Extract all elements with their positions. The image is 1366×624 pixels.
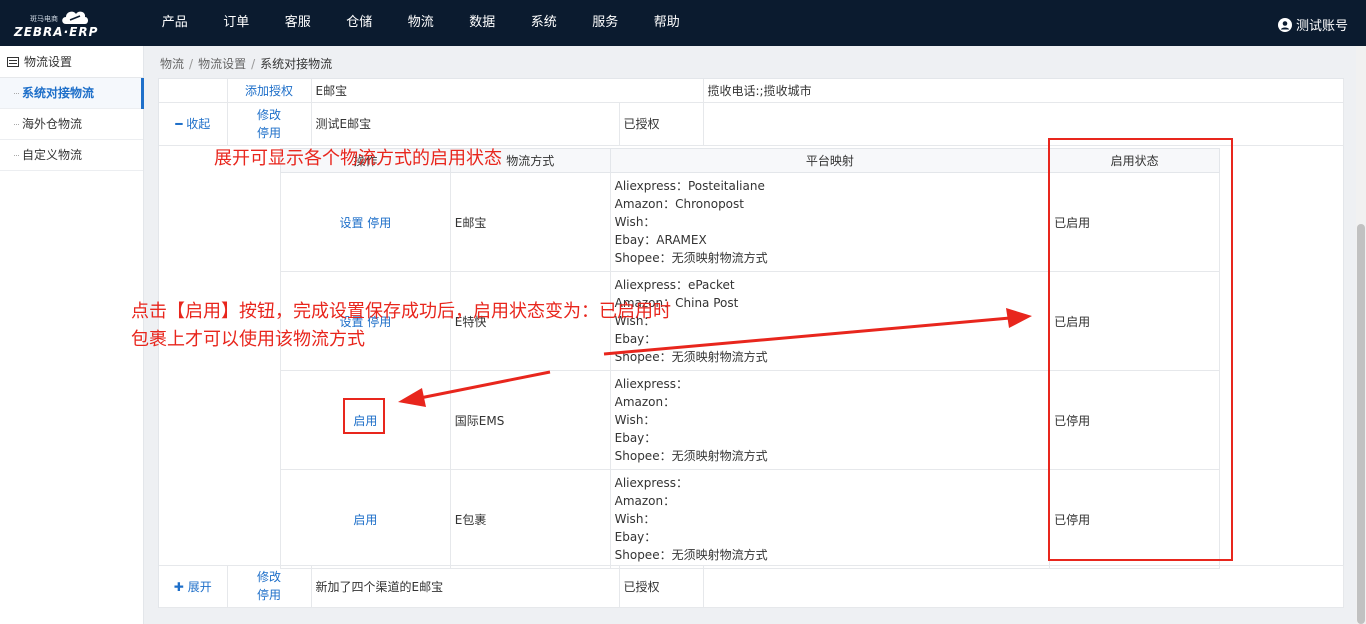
top-navbar: 斑马电商 ZEBRA·ERP 产品 订单 客服 仓储 物流 数据 系统 服务 帮… (0, 0, 1366, 46)
main-nav: 产品 订单 客服 仓储 物流 数据 系统 服务 帮助 (144, 0, 698, 46)
nav-data[interactable]: 数据 (452, 0, 514, 46)
nav-help[interactable]: 帮助 (636, 0, 698, 46)
account-menu[interactable]: 测试账号 (1277, 15, 1348, 34)
account-name: 测试账号 (1295, 19, 1348, 34)
sidebar-item-custom-logistics[interactable]: 自定义物流 (0, 140, 143, 171)
nav-system[interactable]: 系统 (513, 0, 575, 46)
annotation-enable-note-line1: 点击【启用】按钮，完成设置保存成功后，启用状态变为：已启用时 (131, 301, 671, 322)
setup-disable-actions[interactable]: 设置 停用 (339, 216, 391, 230)
auth-status: 已授权 (619, 565, 704, 608)
method-name: E包裹 (449, 469, 611, 569)
list-icon (7, 56, 19, 67)
breadcrumb: 物流 / 物流设置 / 系统对接物流 (160, 57, 333, 71)
cloud-logo-icon (62, 11, 88, 24)
edit-link[interactable]: 修改 (232, 106, 307, 124)
minus-icon: ━ (175, 117, 183, 131)
method-name: E邮宝 (449, 172, 611, 272)
expand-toggle[interactable]: ✚ 展开 (174, 580, 212, 594)
collapse-toggle[interactable]: ━ 收起 (175, 117, 210, 131)
breadcrumb-current: 系统对接物流 (260, 57, 333, 71)
enable-button-highlight (343, 398, 385, 434)
disable-link[interactable]: 停用 (232, 586, 307, 604)
sidebar-item-overseas-warehouse[interactable]: 海外仓物流 (0, 109, 143, 140)
breadcrumb-logistics[interactable]: 物流 (160, 57, 184, 71)
sidebar: 物流设置 系统对接物流 海外仓物流 自定义物流 (0, 46, 144, 624)
platform-mapping: Aliexpress： Amazon： Wish： Ebay： Shopee：无… (609, 370, 1051, 470)
edit-link[interactable]: 修改 (232, 568, 307, 586)
disable-link[interactable]: 停用 (232, 124, 307, 142)
channel-name: 测试E邮宝 (311, 102, 620, 146)
nav-service[interactable]: 客服 (267, 0, 329, 46)
breadcrumb-logistics-settings[interactable]: 物流设置 (198, 57, 246, 71)
sidebar-title: 物流设置 (24, 55, 73, 69)
scroll-thumb[interactable] (1357, 224, 1365, 624)
annotation-expand-note: 展开可显示各个物流方式的启用状态 (214, 148, 502, 169)
method-name: 国际EMS (449, 370, 611, 470)
annotation-enable-note-line2: 包裹上才可以使用该物流方式 (131, 329, 365, 350)
nav-warehouse[interactable]: 仓储 (329, 0, 391, 46)
auth-status: 已授权 (619, 102, 704, 146)
platform-mapping: Aliexpress：ePacket Amazon：China Post Wis… (609, 271, 1051, 371)
sidebar-header[interactable]: 物流设置 (0, 46, 143, 78)
user-icon (1277, 17, 1292, 32)
channel-name: E邮宝 (311, 79, 704, 103)
plus-icon: ✚ (173, 579, 184, 594)
scrollbar[interactable] (1356, 46, 1366, 624)
sidebar-item-system-logistics[interactable]: 系统对接物流 (0, 78, 144, 109)
nav-orders[interactable]: 订单 (206, 0, 268, 46)
nav-products[interactable]: 产品 (144, 0, 206, 46)
header-mapping: 平台映射 (609, 148, 1051, 173)
pickup-info: 揽收电话:;揽收城市 (703, 79, 1344, 103)
add-authorization-link[interactable]: 添加授权 (245, 84, 293, 98)
platform-mapping: Aliexpress：Posteitaliane Amazon：Chronopo… (609, 172, 1051, 272)
nav-logistics[interactable]: 物流 (390, 0, 452, 46)
logo-text: ZEBRA·ERP (14, 25, 99, 39)
nav-services[interactable]: 服务 (575, 0, 637, 46)
channel-name: 新加了四个渠道的E邮宝 (311, 565, 620, 608)
enable-button[interactable]: 启用 (353, 513, 377, 527)
platform-mapping: Aliexpress： Amazon： Wish： Ebay： Shopee：无… (609, 469, 1051, 569)
logo-subtitle: 斑马电商 (30, 15, 58, 23)
logo[interactable]: 斑马电商 ZEBRA·ERP (12, 8, 102, 40)
table-row: 添加授权 E邮宝 揽收电话:;揽收城市 (159, 79, 1344, 103)
table-row: ✚ 展开 修改 停用 新加了四个渠道的E邮宝 已授权 (159, 565, 1344, 608)
status-column-highlight (1048, 138, 1233, 561)
